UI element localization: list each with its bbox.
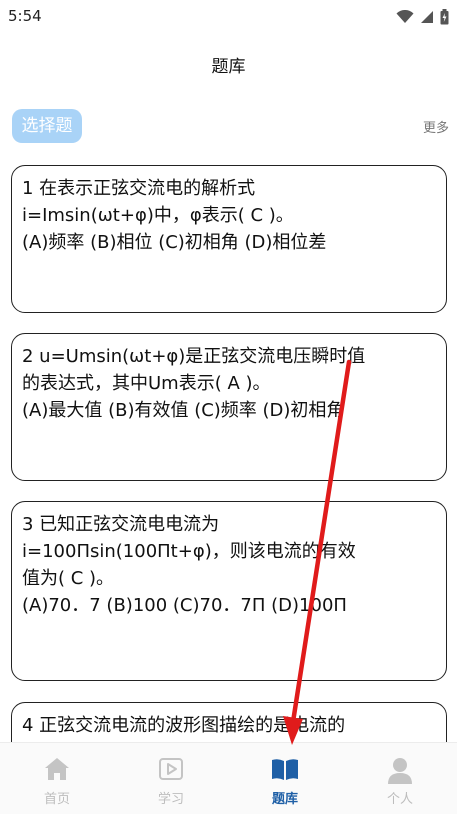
wifi-icon	[396, 10, 414, 23]
video-play-icon	[159, 758, 183, 780]
question-options: (A)频率 (B)相位 (C)初相角 (D)相位差	[22, 232, 327, 253]
question-text: 2 u=Umsin(ωt+φ)是正弦交流电压瞬时值 的表达式，其中Um表示( A…	[22, 346, 366, 394]
nav-label: 学习	[157, 792, 184, 807]
book-icon	[272, 759, 298, 780]
nav-label: 题库	[271, 792, 298, 807]
home-icon	[45, 758, 69, 780]
status-time: 5:54	[8, 7, 42, 25]
battery-icon	[440, 9, 449, 25]
nav-label: 个人	[386, 792, 413, 807]
question-options: (A)最大值 (B)有效值 (C)频率 (D)初相角	[22, 400, 345, 421]
nav-item-study[interactable]: 学习	[114, 743, 228, 814]
question-card[interactable]: 3 已知正弦交流电电流为 i=100Πsin(100Πt+φ)，则该电流的有效 …	[11, 501, 447, 681]
nav-item-home[interactable]: 首页	[0, 743, 114, 814]
question-text: 3 已知正弦交流电电流为 i=100Πsin(100Πt+φ)，则该电流的有效 …	[22, 514, 356, 589]
bottom-nav: 首页 学习 题库 个人	[0, 742, 457, 814]
status-bar: 5:54	[0, 0, 457, 34]
nav-item-profile[interactable]: 个人	[343, 743, 457, 814]
signal-icon	[421, 11, 433, 23]
page-title: 题库	[211, 57, 246, 77]
status-icons	[396, 8, 449, 26]
question-card[interactable]: 2 u=Umsin(ωt+φ)是正弦交流电压瞬时值 的表达式，其中Um表示( A…	[11, 333, 447, 481]
nav-label: 首页	[43, 792, 70, 807]
question-options: (A)70．7 (B)100 (C)70．7Π (D)100Π	[22, 595, 347, 616]
more-link[interactable]: 更多	[423, 117, 449, 136]
question-card[interactable]: 1 在表示正弦交流电的解析式 i=Imsin(ωt+φ)中，φ表示( C )。 …	[11, 165, 447, 313]
person-icon	[388, 758, 412, 784]
question-text: 1 在表示正弦交流电的解析式 i=Imsin(ωt+φ)中，φ表示( C )。	[22, 178, 294, 226]
nav-item-question-bank[interactable]: 题库	[228, 743, 342, 814]
category-chip-choice[interactable]: 选择题	[12, 109, 82, 143]
question-text: 4 正弦交流电流的波形图描绘的是电流的	[22, 715, 346, 736]
